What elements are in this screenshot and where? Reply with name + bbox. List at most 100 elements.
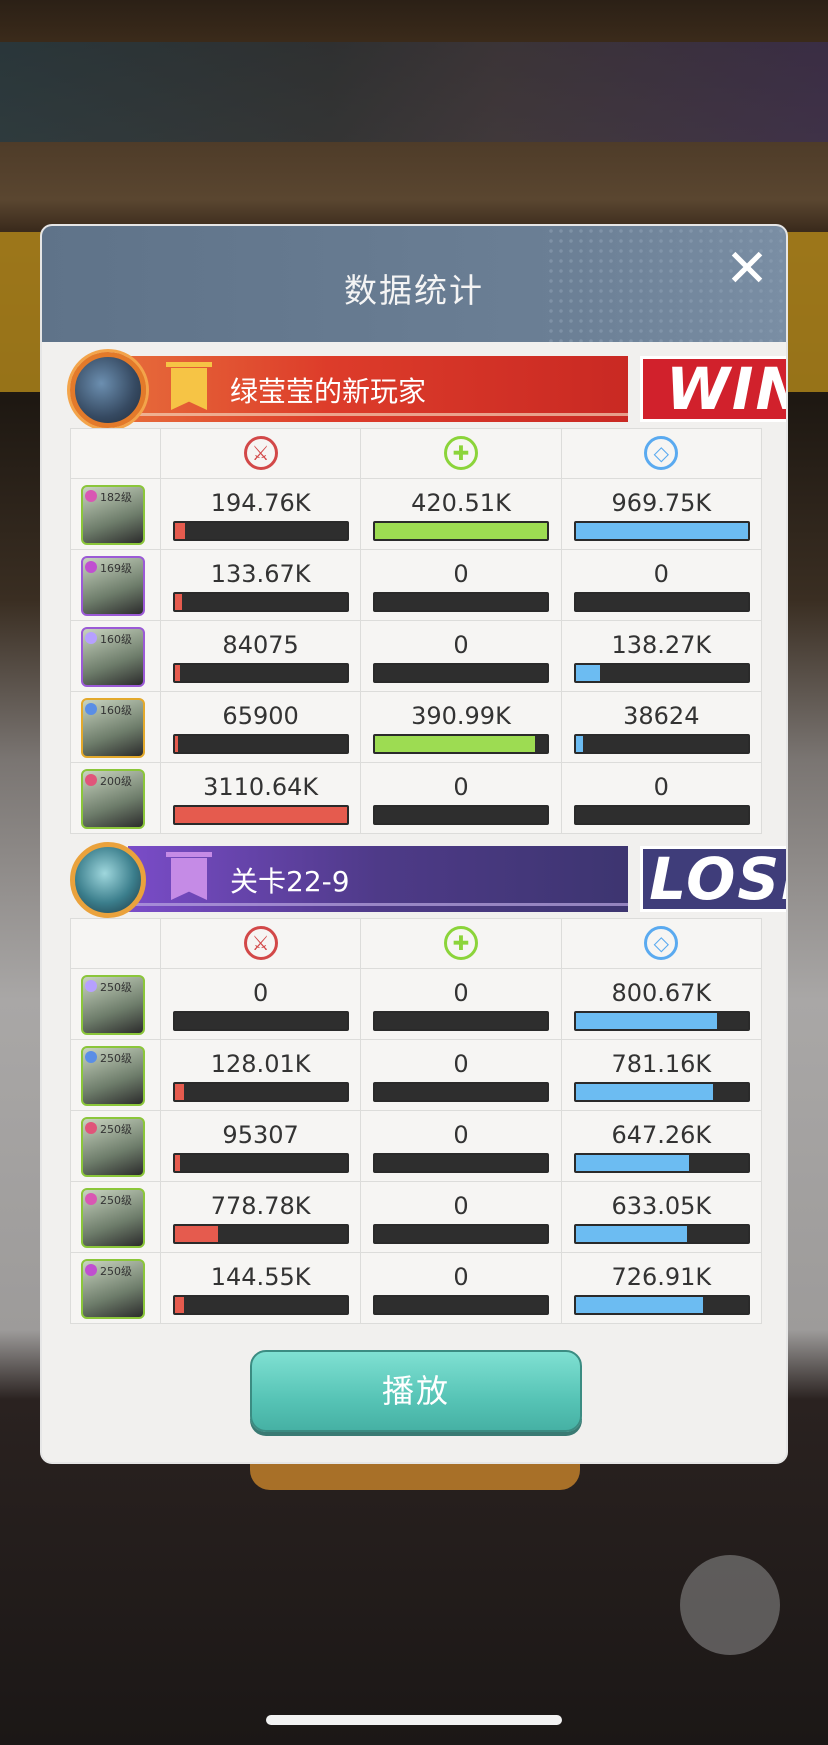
defense-bar [573, 592, 750, 612]
hero-portrait[interactable]: 200级 [81, 769, 145, 829]
heal-bar [373, 734, 550, 754]
attack-value: 3110.64K [203, 773, 319, 801]
attack-cell: 144.55K [159, 1252, 362, 1324]
defense-value: 969.75K [611, 489, 712, 517]
hero-row: 250级 0 0 800.67K [70, 968, 763, 1040]
attack-bar [172, 1224, 349, 1244]
hero-level: 250级 [100, 1123, 132, 1136]
defense-cell: 969.75K [560, 478, 763, 550]
hero-cell: 250级 [70, 968, 161, 1040]
header-empty [70, 428, 161, 479]
team-banner: 绿莹莹的新玩家 [128, 356, 628, 422]
hero-portrait[interactable]: 250级 [81, 1046, 145, 1106]
hero-portrait[interactable]: 250级 [81, 975, 145, 1035]
play-button[interactable]: 播放 [250, 1350, 582, 1432]
stats-table: ⚔ ✚ ◇ 250级 0 0 800.67K 250级 128.01K 0 78… [70, 918, 763, 1324]
defense-cell: 633.05K [560, 1181, 763, 1253]
hero-level: 160级 [100, 704, 132, 717]
attack-bar [172, 805, 349, 825]
defense-cell: 781.16K [560, 1039, 763, 1111]
attack-cell: 84075 [159, 620, 362, 692]
shield-icon: ◇ [644, 926, 679, 960]
rarity-gem-icon [85, 1051, 97, 1063]
header-attack-icon: ⚔ [159, 918, 362, 969]
defense-bar [573, 1082, 750, 1102]
hero-level: 182级 [100, 491, 132, 504]
hero-row: 200级 3110.64K 0 0 [70, 762, 763, 834]
heal-bar [373, 663, 550, 683]
defense-bar [573, 521, 750, 541]
attack-value: 778.78K [210, 1192, 311, 1220]
close-icon[interactable]: ✕ [722, 243, 772, 296]
defense-cell: 138.27K [560, 620, 763, 692]
rarity-gem-icon [85, 774, 97, 786]
flag-icon [166, 360, 212, 418]
hero-portrait[interactable]: 182级 [81, 485, 145, 545]
defense-value: 800.67K [611, 979, 712, 1007]
rarity-gem-icon [85, 1122, 97, 1134]
attack-value: 144.55K [210, 1263, 311, 1291]
defense-cell: 726.91K [560, 1252, 763, 1324]
heal-value: 0 [453, 631, 469, 659]
defense-value: 726.91K [611, 1263, 712, 1291]
defense-bar-fill [575, 1084, 714, 1100]
hero-row: 250级 778.78K 0 633.05K [70, 1181, 763, 1253]
stats-dialog: 数据统计 ✕ 绿莹莹的新玩家 WIN ⚔ ✚ ◇ 182级 194.76K 420.… [40, 224, 788, 1464]
defense-bar [573, 1153, 750, 1173]
hero-portrait[interactable]: 250级 [81, 1117, 145, 1177]
hero-portrait[interactable]: 160级 [81, 698, 145, 758]
flag-icon [166, 850, 212, 908]
attack-cell: 128.01K [159, 1039, 362, 1111]
rarity-gem-icon [85, 632, 97, 644]
defense-value: 647.26K [611, 1121, 712, 1149]
rarity-gem-icon [85, 1193, 97, 1205]
attack-value: 0 [252, 979, 269, 1007]
attack-value: 133.67K [210, 560, 311, 588]
attack-bar-fill [174, 1297, 184, 1313]
hero-cell: 250级 [70, 1039, 161, 1111]
attack-bar [172, 663, 349, 683]
header-shield-icon: ◇ [560, 918, 763, 969]
attack-bar-fill [174, 1155, 181, 1171]
player-avatar[interactable] [70, 842, 146, 918]
hero-portrait[interactable]: 250级 [81, 1259, 145, 1319]
hero-portrait[interactable]: 250级 [81, 1188, 145, 1248]
background-decoration [0, 232, 44, 392]
heal-bar [373, 1082, 550, 1102]
heal-icon: ✚ [443, 436, 478, 470]
attack-cell: 133.67K [159, 549, 362, 621]
background-top-bar [0, 42, 828, 142]
heal-cell: 0 [360, 549, 562, 621]
defense-cell: 0 [560, 549, 763, 621]
result-badge: LOSE [640, 846, 786, 912]
defense-bar-fill [575, 736, 583, 752]
hero-cell: 200级 [70, 762, 161, 834]
heal-bar [373, 1011, 550, 1031]
attack-value: 65900 [222, 702, 299, 730]
hero-row: 250级 95307 0 647.26K [70, 1110, 763, 1182]
heal-value: 0 [453, 560, 469, 588]
header-heal-icon: ✚ [360, 918, 562, 969]
hero-level: 200级 [100, 775, 132, 788]
home-indicator[interactable] [266, 1715, 562, 1725]
heal-cell: 420.51K [360, 478, 562, 550]
attack-bar-fill [174, 665, 181, 681]
defense-bar-fill [575, 1155, 690, 1171]
hero-level: 250级 [100, 1052, 132, 1065]
hero-cell: 169级 [70, 549, 161, 621]
hero-cell: 250级 [70, 1110, 161, 1182]
attack-cell: 0 [159, 968, 362, 1040]
header-shield-icon: ◇ [560, 428, 763, 479]
defense-cell: 800.67K [560, 968, 763, 1040]
heal-value: 0 [453, 1121, 469, 1149]
attack-bar-fill [174, 807, 347, 823]
hero-portrait[interactable]: 169级 [81, 556, 145, 616]
heal-cell: 0 [360, 1181, 562, 1253]
rarity-gem-icon [85, 490, 97, 502]
player-avatar[interactable] [70, 352, 146, 428]
defense-bar-fill [575, 1297, 703, 1313]
defense-bar [573, 734, 750, 754]
hero-portrait[interactable]: 160级 [81, 627, 145, 687]
attack-value: 84075 [222, 631, 299, 659]
heal-value: 0 [453, 979, 469, 1007]
